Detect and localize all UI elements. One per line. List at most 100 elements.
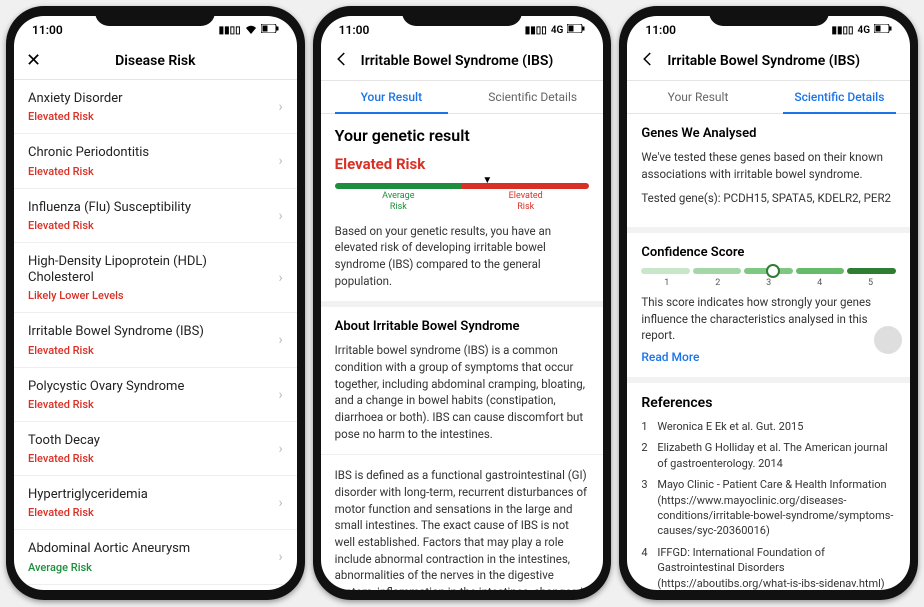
chevron-right-icon: › <box>278 441 282 457</box>
battery-icon <box>261 24 279 36</box>
conf-num: 5 <box>845 278 896 288</box>
risk-bar-elevated <box>462 183 589 189</box>
reference-item: Elizabeth G Holliday et al. The American… <box>641 440 896 471</box>
notch <box>402 6 522 26</box>
reference-item: Weronica E Ek et al. Gut. 2015 <box>641 419 896 434</box>
result-content[interactable]: Your genetic result Elevated Risk ▼ Aver… <box>321 114 604 590</box>
list-item[interactable]: Abdominal Aortic Aneurysm Average Risk › <box>14 530 297 584</box>
screen-disease-risk: 11:00 ▮▮▯▯ ✕ Disease Risk Anxiety Disord… <box>14 16 297 590</box>
references-title: References <box>641 395 896 411</box>
conf-num: 3 <box>743 278 794 288</box>
genes-desc: We've tested these genes based on their … <box>641 149 896 182</box>
page-title: Disease Risk <box>54 53 257 69</box>
wifi-icon <box>245 24 257 37</box>
disease-name: Influenza (Flu) Susceptibility <box>28 200 272 216</box>
list-item[interactable]: HypertriglyceridemiaElevated Risk› <box>14 476 297 530</box>
conf-num: 4 <box>794 278 845 288</box>
risk-bar-labels: AverageRisk ElevatedRisk <box>335 191 590 213</box>
list-item[interactable]: Tooth DecayElevated Risk› <box>14 422 297 476</box>
disease-list[interactable]: Anxiety DisorderElevated Risk›Chronic Pe… <box>14 80 297 590</box>
confidence-scale: 12345 <box>641 278 896 288</box>
risk-bar-average <box>335 183 462 189</box>
list-item[interactable]: Influenza (Flu) Susceptibility Elevated R… <box>14 189 297 243</box>
close-icon[interactable]: ✕ <box>26 50 44 71</box>
about-more: IBS is defined as a functional gastroint… <box>335 467 590 590</box>
result-section: Your genetic result Elevated Risk ▼ Aver… <box>321 114 604 307</box>
disease-name: Chronic Periodontitis <box>28 145 272 161</box>
list-item[interactable]: Polycystic Ovary Syndrome Elevated Risk › <box>14 368 297 422</box>
disease-name: Polycystic Ovary Syndrome <box>28 379 272 395</box>
disease-name: Irritable Bowel Syndrome (IBS) <box>28 324 272 340</box>
risk-label: Likely Lower Levels <box>28 289 272 302</box>
about-title: About Irritable Bowel Syndrome <box>335 319 590 334</box>
header: Irritable Bowel Syndrome (IBS) <box>321 44 604 81</box>
genes-title: Genes We Analysed <box>641 126 896 141</box>
signal-icon: ▮▮▯▯ <box>219 25 241 36</box>
list-item[interactable]: Attention Deficit Hyperactivity Disorder… <box>14 585 297 591</box>
about-more-section: IBS is defined as a functional gastroint… <box>321 455 604 590</box>
header: Irritable Bowel Syndrome (IBS) <box>627 44 910 81</box>
page-title: Irritable Bowel Syndrome (IBS) <box>667 53 898 69</box>
details-content[interactable]: Genes We Analysed We've tested these gen… <box>627 114 910 590</box>
signal-icon: ▮▮▯▯ <box>525 25 547 36</box>
network-4g: 4G <box>857 25 870 36</box>
screen-scientific-details: 11:00 ▮▮▯▯ 4G Irritable Bowel Syndrome (… <box>627 16 910 590</box>
confidence-body: This score indicates how strongly your g… <box>641 294 896 344</box>
risk-label: Average Risk <box>28 561 272 574</box>
result-heading: Your genetic result <box>335 126 590 145</box>
read-more-link[interactable]: Read More <box>641 350 699 364</box>
back-icon[interactable] <box>333 50 351 72</box>
risk-label: Elevated Risk <box>28 398 272 411</box>
tab-scientific-details[interactable]: Scientific Details <box>462 81 603 113</box>
disease-name: Abdominal Aortic Aneurysm <box>28 541 272 557</box>
chevron-right-icon: › <box>278 549 282 565</box>
back-icon[interactable] <box>639 50 657 72</box>
status-icons: ▮▮▯▯ 4G <box>525 24 586 36</box>
list-item[interactable]: High-Density Lipoprotein (HDL) Cholester… <box>14 243 297 314</box>
references-section: References Weronica E Ek et al. Gut. 201… <box>627 383 910 590</box>
chevron-right-icon: › <box>278 387 282 403</box>
header: ✕ Disease Risk <box>14 44 297 80</box>
chevron-right-icon: › <box>278 332 282 348</box>
tabs: Your Result Scientific Details <box>627 81 910 114</box>
disease-name: High-Density Lipoprotein (HDL) Cholester… <box>28 254 272 287</box>
tab-your-result[interactable]: Your Result <box>321 81 462 113</box>
notch <box>709 6 829 26</box>
risk-label: Elevated Risk <box>28 219 272 232</box>
tab-your-result[interactable]: Your Result <box>627 81 768 113</box>
chevron-right-icon: › <box>278 99 282 115</box>
result-summary: Based on your genetic results, you have … <box>335 223 590 290</box>
signal-icon: ▮▮▯▯ <box>831 25 853 36</box>
tab-scientific-details[interactable]: Scientific Details <box>769 81 910 113</box>
disease-name: Anxiety Disorder <box>28 91 272 107</box>
risk-bar <box>335 183 590 189</box>
about-section: About Irritable Bowel Syndrome Irritable… <box>321 307 604 455</box>
conf-num: 2 <box>692 278 743 288</box>
list-item[interactable]: Anxiety DisorderElevated Risk› <box>14 80 297 134</box>
network-4g: 4G <box>551 25 564 36</box>
phone-frame-1: 11:00 ▮▮▯▯ ✕ Disease Risk Anxiety Disord… <box>6 6 305 600</box>
status-time: 11:00 <box>339 23 370 37</box>
risk-label: Elevated Risk <box>28 165 272 178</box>
battery-icon <box>567 24 585 36</box>
page-title: Irritable Bowel Syndrome (IBS) <box>361 53 592 69</box>
risk-level: Elevated Risk <box>335 155 590 173</box>
confidence-title: Confidence Score <box>641 245 896 260</box>
genes-tested: Tested gene(s): PCDH15, SPATA5, KDELR2, … <box>641 190 896 207</box>
assistive-touch[interactable] <box>874 326 902 354</box>
about-body: Irritable bowel syndrome (IBS) is a comm… <box>335 342 590 442</box>
tabs: Your Result Scientific Details <box>321 81 604 114</box>
label-average: AverageRisk <box>335 191 462 213</box>
confidence-thumb <box>766 264 780 278</box>
risk-label: Elevated Risk <box>28 506 272 519</box>
disease-name: Hypertriglyceridemia <box>28 487 272 503</box>
conf-num: 1 <box>641 278 692 288</box>
label-elevated: ElevatedRisk <box>462 191 589 213</box>
risk-label: Elevated Risk <box>28 452 272 465</box>
list-item[interactable]: Chronic PeriodontitisElevated Risk› <box>14 134 297 188</box>
confidence-bar <box>641 268 896 274</box>
list-item[interactable]: Irritable Bowel Syndrome (IBS)Elevated R… <box>14 313 297 367</box>
battery-icon <box>874 24 892 36</box>
references-list: Weronica E Ek et al. Gut. 2015 Elizabeth … <box>641 419 896 590</box>
genes-section: Genes We Analysed We've tested these gen… <box>627 114 910 233</box>
